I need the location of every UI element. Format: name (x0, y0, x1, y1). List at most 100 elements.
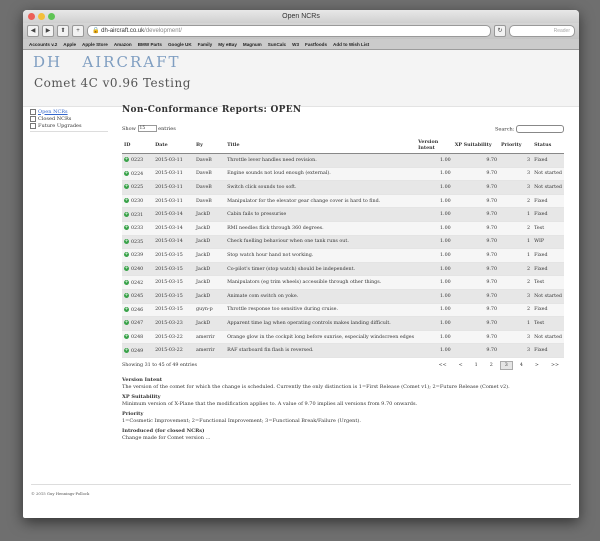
column-header-version-intent[interactable]: Version Intent (416, 136, 453, 154)
expand-icon[interactable]: + (124, 170, 129, 176)
table-row[interactable]: +0235 2015-03-14 JackD Check fuelling behav… (122, 235, 564, 250)
cell-title: Co-pilot's timer (stop watch) should be … (225, 262, 417, 277)
page-link[interactable]: 2 (485, 361, 498, 370)
back-icon[interactable]: ◀ (27, 25, 39, 37)
table-row[interactable]: +0225 2015-03-11 DaveB Switch click sounds … (122, 180, 564, 195)
expand-icon[interactable]: + (124, 238, 129, 244)
browser-window: Open NCRs ◀ ▶ ⬆ + 🔒 dh-aircraft.co.uk/de… (23, 10, 579, 518)
entries-select[interactable]: 15 (137, 125, 157, 132)
page-link[interactable]: < (454, 361, 468, 370)
column-header-id[interactable]: ID (122, 136, 154, 154)
expand-icon[interactable]: + (124, 334, 129, 340)
cell-priority: 2 (499, 221, 533, 236)
page-link[interactable]: > (530, 361, 544, 370)
bookmark-item[interactable]: Accounts v.2 (29, 42, 57, 47)
bookmark-item[interactable]: Magnum (243, 42, 262, 47)
table-row[interactable]: +0249 2015-03-22 amerrir RAF starboard fin … (122, 343, 564, 358)
cell-title: Animate com switch on yoke. (225, 289, 417, 304)
bookmark-item[interactable]: Amazon (114, 42, 132, 47)
bookmark-item[interactable]: Apple Store (82, 42, 108, 47)
page-link[interactable]: >> (546, 361, 564, 370)
reload-icon[interactable]: ↻ (494, 25, 506, 37)
bookmark-item[interactable]: My eBay (218, 42, 237, 47)
bookmark-item[interactable]: Google UK (168, 42, 192, 47)
table-row[interactable]: +0246 2015-03-15 guyn-p Throttle response t… (122, 303, 564, 318)
bookmark-item[interactable]: SunCalc (268, 42, 286, 47)
column-header-xp-suitability[interactable]: XP Suitability (452, 136, 500, 154)
cell-date: 2015-03-15 (153, 248, 195, 263)
table-row[interactable]: +0248 2015-03-22 amerrir Orange glow in the… (122, 330, 564, 345)
cell-status: Test (532, 221, 564, 236)
table-row[interactable]: +0224 2015-03-11 DaveB Engine sounds not lo… (122, 167, 564, 182)
table-row[interactable]: +0233 2015-03-14 JackD RMI needles flick th… (122, 221, 564, 236)
sidebar-item-future-upgrades[interactable]: Future Upgrades (30, 122, 108, 129)
row-id: 0245 (131, 294, 144, 300)
add-icon[interactable]: + (72, 25, 84, 37)
reader-button[interactable]: Reader (509, 25, 575, 37)
site-logo[interactable]: DH AIRCRAFT (33, 53, 180, 71)
table-info: Showing 31 to 45 of 49 entries (122, 362, 197, 368)
cell-title: Check fuelling behaviour when one tank r… (225, 235, 417, 250)
zoom-icon[interactable] (48, 13, 55, 20)
column-header-by[interactable]: By (194, 136, 226, 154)
expand-icon[interactable]: + (124, 157, 129, 163)
address-bar[interactable]: 🔒 dh-aircraft.co.uk/development/ (87, 25, 491, 37)
search-input[interactable] (516, 124, 564, 133)
minimize-icon[interactable] (38, 13, 45, 20)
bookmark-item[interactable]: Add to Wish List (333, 42, 369, 47)
cell-title: Throttle response too sensitive during c… (225, 303, 417, 318)
expand-icon[interactable]: + (124, 347, 129, 353)
table-row[interactable]: +0230 2015-03-11 DaveB Manipulator for the … (122, 194, 564, 209)
expand-icon[interactable]: + (124, 293, 129, 299)
expand-icon[interactable]: + (124, 211, 129, 217)
note-title: Introduced (for closed NCRs) (122, 427, 205, 434)
note-text: 1=Cosmetic Improvement; 2=Functional Imp… (122, 417, 361, 424)
cell-date: 2015-03-15 (153, 303, 195, 318)
close-icon[interactable] (28, 13, 35, 20)
cell-xp-suitability: 9.70 (452, 275, 500, 290)
expand-icon[interactable]: + (124, 198, 129, 204)
page-link[interactable]: 3 (499, 360, 513, 370)
sidebar-item-closed-ncrs[interactable]: Closed NCRs (30, 115, 108, 122)
table-row[interactable]: +0242 2015-03-15 JackD Manipulators (eg tri… (122, 275, 564, 290)
expand-icon[interactable]: + (124, 184, 129, 190)
share-icon[interactable]: ⬆ (57, 25, 69, 37)
bookmark-item[interactable]: Apple (63, 42, 76, 47)
expand-icon[interactable]: + (124, 320, 129, 326)
browser-toolbar: ◀ ▶ ⬆ + 🔒 dh-aircraft.co.uk/development/… (23, 23, 579, 39)
page-link[interactable]: 4 (515, 361, 528, 370)
expand-icon[interactable]: + (124, 266, 129, 272)
bookmark-item[interactable]: Family (198, 42, 213, 47)
table-row[interactable]: +0231 2015-03-14 JackD Cabin fails to press… (122, 207, 564, 222)
bookmark-item[interactable]: BMW Parts (138, 42, 162, 47)
table-row[interactable]: +0245 2015-03-15 JackD Animate com switch o… (122, 289, 564, 304)
page-link[interactable]: 1 (470, 361, 483, 370)
cell-by: JackD (194, 221, 226, 236)
sidebar-item-open-ncrs[interactable]: Open NCRs (30, 108, 108, 115)
cell-date: 2015-03-22 (153, 343, 195, 358)
copyright: © 2015 Guy Hennings-Pollock (31, 491, 90, 496)
cell-title: RAF starboard fin flash is reversed. (225, 343, 417, 358)
table-row[interactable]: +0247 2015-03-23 JackD Apparent time lag wh… (122, 316, 564, 331)
column-header-priority[interactable]: Priority (499, 136, 533, 154)
bookmark-item[interactable]: W3 (292, 42, 299, 47)
row-id: 0248 (131, 335, 144, 341)
expand-icon[interactable]: + (124, 225, 129, 231)
row-id: 0242 (131, 280, 144, 286)
table-row[interactable]: +0240 2015-03-15 JackD Co-pilot's timer (st… (122, 262, 564, 277)
cell-xp-suitability: 9.70 (452, 303, 500, 318)
cell-priority: 3 (499, 167, 533, 182)
expand-icon[interactable]: + (124, 252, 129, 258)
expand-icon[interactable]: + (124, 306, 129, 312)
expand-icon[interactable]: + (124, 279, 129, 285)
table-row[interactable]: +0239 2015-03-15 JackD Stop watch hour hand… (122, 248, 564, 263)
forward-icon[interactable]: ▶ (42, 25, 54, 37)
column-header-status[interactable]: Status (532, 136, 564, 154)
page-link[interactable]: << (434, 361, 452, 370)
bookmark-item[interactable]: Fastfoods (305, 42, 327, 47)
column-header-title[interactable]: Title (225, 136, 417, 154)
column-header-date[interactable]: Date (153, 136, 195, 154)
cell-status: Fixed (532, 262, 564, 277)
cell-version-intent: 1.00 (416, 207, 453, 222)
table-row[interactable]: +0223 2015-03-11 DaveB Throttle lever handl… (122, 153, 564, 168)
